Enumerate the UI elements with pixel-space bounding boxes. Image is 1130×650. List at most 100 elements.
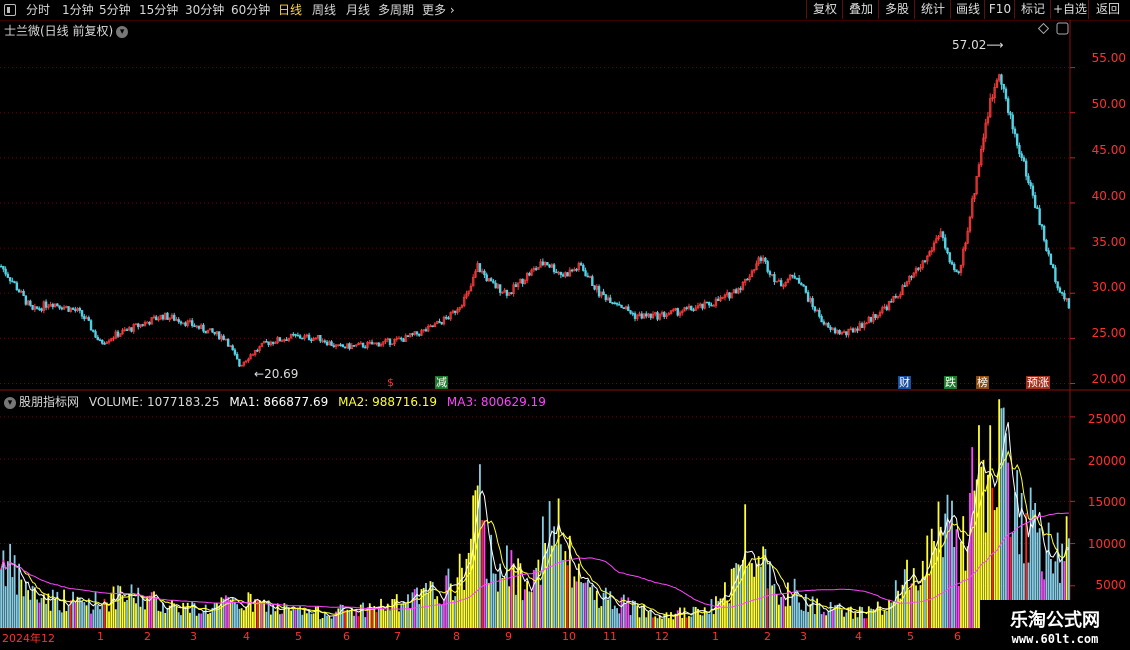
volume-bar (0, 569, 3, 628)
candle-body (1027, 175, 1030, 183)
candle-body (98, 339, 102, 342)
volume-bar (303, 609, 306, 628)
candle-body (602, 291, 605, 295)
candle-body (17, 289, 21, 293)
candle-body (492, 280, 495, 284)
volume-bar (81, 600, 83, 628)
volume-bar (114, 609, 117, 628)
volume-bar (294, 609, 297, 628)
event-tag-fall[interactable]: 跌 (944, 376, 957, 389)
volume-bar (58, 610, 61, 628)
volume-bar (528, 591, 531, 628)
chevron-down-icon[interactable]: ▾ (4, 396, 16, 409)
candle-body (352, 345, 356, 347)
candle-body (226, 338, 230, 347)
low-price-annotation: ←20.69 (254, 367, 299, 381)
candle-body (361, 342, 365, 348)
candle-body (609, 297, 612, 303)
candle-body (701, 303, 704, 309)
volume-bar (690, 616, 693, 628)
candle-body (528, 273, 531, 276)
volume-bar (521, 600, 524, 628)
indicator-name[interactable]: 股朋指标网 (19, 395, 79, 409)
volume-bar (798, 602, 801, 628)
volume-bar (22, 596, 25, 628)
volume-bar (582, 583, 585, 628)
volume-bar (258, 600, 261, 628)
candle-body (56, 303, 59, 306)
volume-bar (676, 610, 679, 628)
event-tag-finance[interactable]: 财 (898, 376, 911, 389)
volume-bar (24, 581, 27, 628)
candle-body (125, 329, 129, 331)
candle-body (548, 264, 551, 268)
candle-body (1031, 185, 1035, 196)
candle-body (1045, 240, 1048, 251)
volume-bar (157, 610, 160, 628)
volume-bar (292, 608, 295, 628)
volume-bar (461, 567, 463, 628)
candle-body (235, 354, 239, 360)
volume-bar (888, 599, 890, 628)
volume-bar (395, 594, 398, 628)
candle-body (1036, 207, 1039, 209)
candle-body (15, 282, 19, 291)
candle-body (498, 284, 502, 293)
x-tick: 5 (295, 630, 302, 643)
candle-body (566, 272, 569, 277)
volume-bar (852, 618, 854, 628)
candle-body (267, 341, 270, 346)
volume-bar (269, 614, 272, 628)
candle-body (431, 325, 434, 328)
volume-bar (445, 575, 448, 628)
price-tick: 40.00 (1091, 189, 1126, 203)
volume-bar (438, 603, 441, 628)
candle-body (58, 305, 61, 309)
event-tag-forecast[interactable]: 预涨 (1026, 376, 1050, 389)
volume-bar (681, 617, 684, 628)
volume-bar (881, 614, 884, 628)
volume-bar (739, 565, 742, 628)
volume-bar (463, 589, 466, 628)
candle-body (629, 310, 632, 314)
volume-bar (128, 593, 131, 628)
candle-body (1013, 128, 1017, 135)
candle-body (418, 333, 421, 336)
volume-bar (766, 588, 769, 628)
candle-body (570, 269, 574, 272)
volume-bar (652, 617, 654, 628)
candle-body (1000, 74, 1003, 85)
candle-body (204, 330, 207, 334)
candle-body (615, 302, 619, 305)
volume-bar (13, 555, 16, 628)
volume-bar (110, 592, 113, 628)
candle-body (155, 316, 158, 321)
volume-bar (488, 582, 490, 628)
candle-body (534, 268, 538, 270)
event-tag-rank[interactable]: 榜 (976, 376, 989, 389)
volume-bar (672, 619, 675, 628)
volume-bar (38, 602, 41, 628)
event-tag-dollar[interactable]: $ (386, 376, 395, 389)
volume-bar (123, 601, 126, 628)
candle-body (285, 339, 288, 341)
volume-bar (838, 603, 841, 628)
volume-bar (51, 589, 54, 628)
volume-bar (566, 565, 569, 628)
volume-bar (364, 617, 367, 628)
candle-body (1033, 195, 1037, 208)
volume-bar (519, 563, 522, 628)
candle-body (613, 302, 616, 305)
candle-body (1004, 88, 1008, 99)
event-tag-reduce[interactable]: 减 (435, 376, 448, 389)
volume-bar (283, 603, 286, 628)
candle-body (555, 271, 558, 274)
volume-bar (312, 613, 315, 628)
candle-body (764, 257, 767, 262)
candle-body (797, 278, 801, 284)
volume-bar (764, 548, 767, 628)
candle-body (1063, 293, 1066, 300)
volume-bar (771, 585, 774, 628)
volume-bar (305, 613, 308, 628)
volume-bar (858, 606, 861, 628)
